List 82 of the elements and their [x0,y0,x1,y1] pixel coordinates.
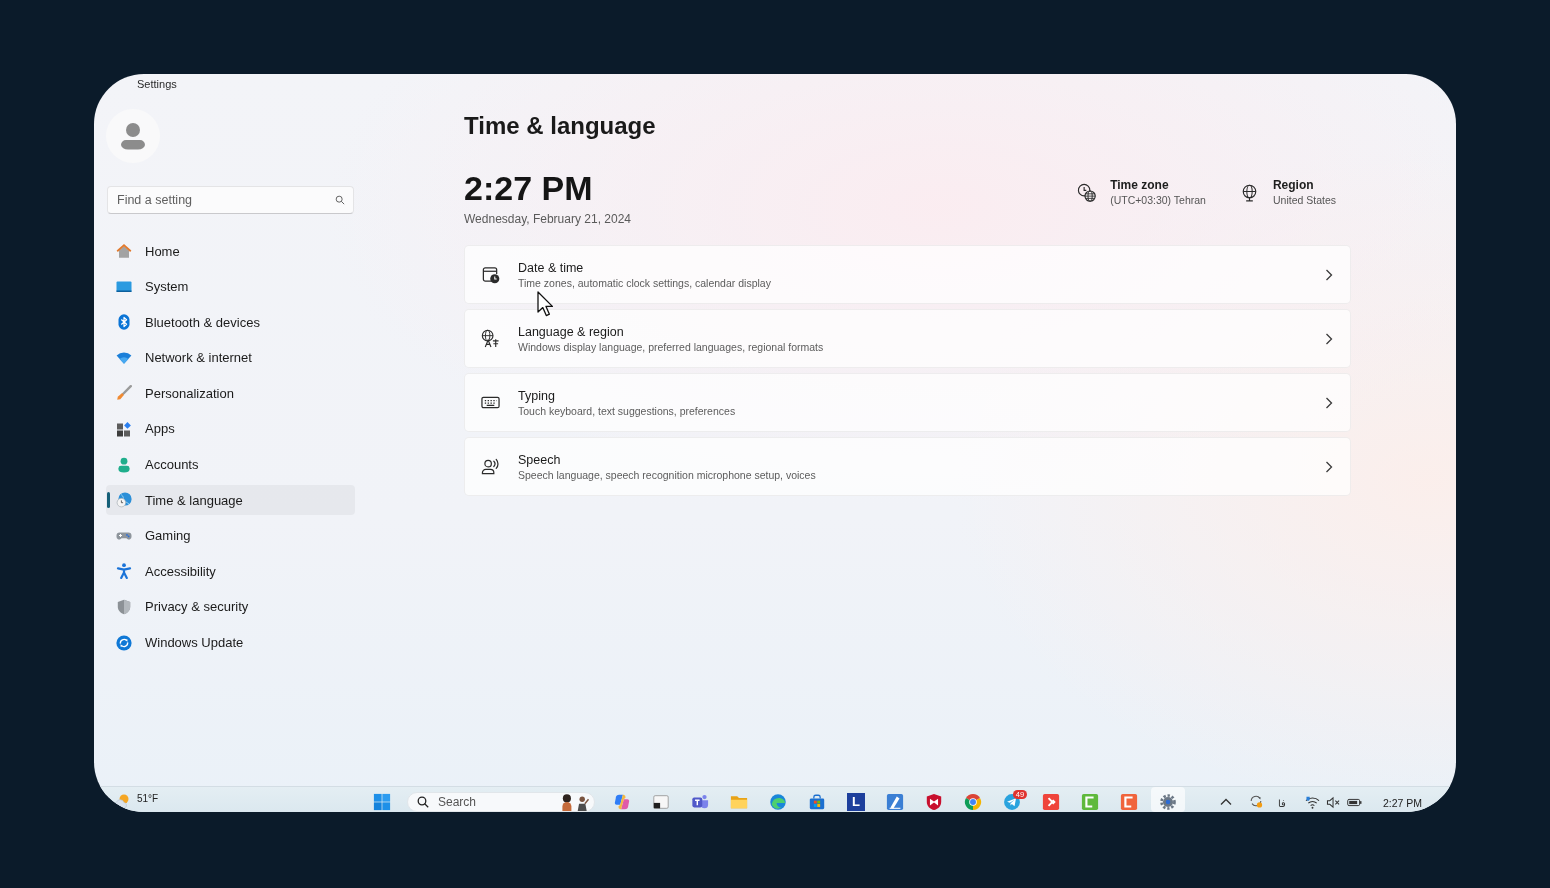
folder-icon [730,793,748,811]
settings-card[interactable]: Typing Touch keyboard, text suggestions, preferences [464,373,1351,432]
shield-app-icon [925,793,943,811]
speaking-person-icon [481,457,500,476]
card-title: Date & time [518,259,584,276]
settings-card[interactable]: Date & time Time zones, automatic clock settings, calendar display [464,245,1351,304]
pen-tile-icon [886,793,904,811]
sync-icon [1248,794,1263,808]
current-time: 2:27 PM [464,168,593,208]
sidebar-item[interactable]: Windows Update [106,627,355,658]
detail-value: (UTC+03:30) Tehran [1110,193,1206,208]
card-description: Touch keyboard, text suggestions, preferences [518,403,736,418]
sidebar-item[interactable]: Time & language [106,485,355,516]
page-title: Time & language [464,112,656,140]
shopping-bag-icon [808,793,826,811]
selection-indicator [107,492,110,509]
taskbar-app-button[interactable]: L [839,787,873,812]
chevron-right-icon [1325,460,1333,473]
sidebar-item[interactable]: System [106,271,355,302]
letter-tile: L [847,793,865,811]
sidebar-item[interactable]: Bluetooth & devices [106,307,355,338]
chevron-right-icon [1325,268,1333,281]
sync-arrows-icon [116,634,132,651]
taskbar-clock[interactable]: 2:27 PM [1382,787,1422,812]
person-icon [116,456,132,473]
shield-icon [116,598,132,615]
bracket-tile-icon [1081,793,1099,811]
card-description: Windows display language, preferred languages, regional formats [518,339,824,354]
team-chat-icon [691,793,709,811]
sidebar-item[interactable]: Home [106,236,355,266]
round-browser-icon [964,793,982,811]
window-app-icon [652,793,670,811]
sidebar-item[interactable]: Accounts [106,449,355,480]
window-title: Settings [137,77,177,91]
clock-globe-icon [1077,183,1097,202]
calendar-clock-icon [481,265,500,284]
card-description: Speech language, speech recognition microphone setup, voices [518,467,816,482]
mouse-pointer-icon [537,291,554,317]
settings-card[interactable]: Language & region Windows display language, preferred languages, regional formats [464,309,1351,368]
weather-widget[interactable]: 51°F [113,787,159,809]
battery-icon [1346,796,1362,809]
detail-label: Region [1272,177,1314,193]
wifi-icon [1304,796,1320,809]
card-title: Language & region [518,323,624,340]
wave-browser-icon [769,793,787,811]
bracket-tile-icon [1120,793,1138,811]
search-icon [417,796,429,808]
sidebar-item[interactable]: Privacy & security [106,591,355,622]
settings-search-field[interactable]: Find a setting [107,186,354,214]
detail-value: United States [1272,193,1336,208]
globe-clock-icon [116,492,132,509]
language-icon [481,329,500,348]
input-language-button[interactable]: فا [1273,787,1290,812]
settings-card[interactable]: Speech Speech language, speech recognition microphone setup, voices [464,437,1351,496]
avatar-icon[interactable] [106,109,160,163]
sun-cloud-icon [113,793,131,809]
current-date: Wednesday, February 21, 2024 [464,211,631,227]
start-icon [373,793,391,811]
card-description: Time zones, automatic clock settings, calendar display [518,275,771,290]
sidebar-item[interactable]: Accessibility [106,556,355,587]
speaker-muted-icon [1325,796,1341,809]
sidebar-item[interactable]: Apps [106,413,355,444]
card-title: Typing [518,387,555,404]
apps-grid-icon [116,420,132,437]
swirl-app-icon [613,793,631,811]
sidebar-item[interactable]: Gaming [106,520,355,551]
sidebar-item[interactable]: Personalization [106,378,355,409]
taskbar-search-field[interactable]: Search [407,792,595,812]
chevron-right-icon [1325,396,1333,409]
diamond-tile-icon [1042,793,1060,811]
accessibility-icon [116,563,132,580]
gear-icon [1159,793,1177,811]
bluetooth-icon [116,314,132,331]
house-icon [116,243,132,259]
sidebar-item[interactable]: Network & internet [106,342,355,373]
paintbrush-icon [116,385,132,402]
chevron-right-icon [1325,332,1333,345]
figures-icon [559,793,591,811]
card-title: Speech [518,451,561,468]
detail-label: Time zone [1110,177,1169,193]
search-icon [335,195,345,205]
chevron-up-icon [1219,798,1232,806]
